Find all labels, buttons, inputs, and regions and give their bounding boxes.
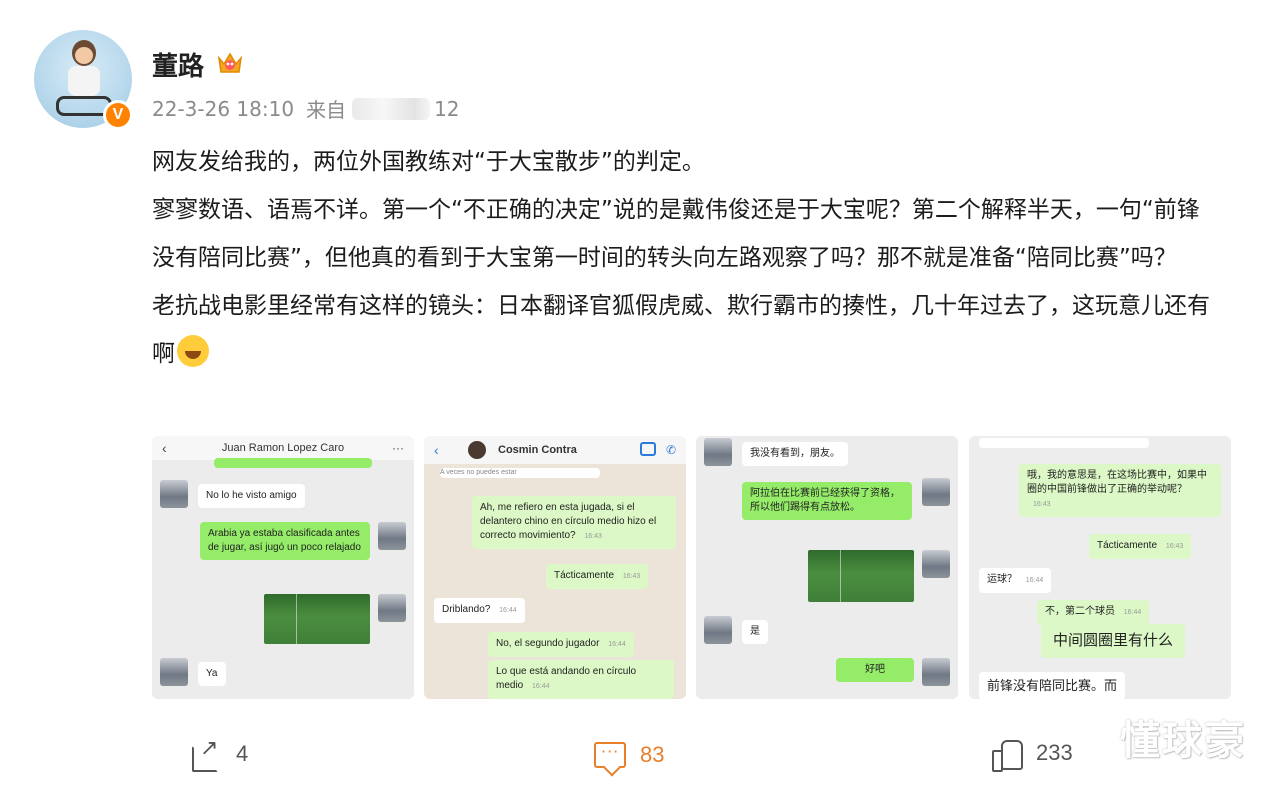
- contact-avatar: [704, 616, 732, 644]
- screenshot-thumbnail[interactable]: ‹ Cosmin Contra ✆ A veces no puedes esta…: [424, 436, 686, 699]
- like-button[interactable]: 233: [992, 738, 1073, 772]
- image-grid: ‹ Juan Ramon Lopez Caro ··· No lo he vis…: [152, 436, 1231, 699]
- share-count: 4: [236, 741, 249, 766]
- self-avatar: [378, 522, 406, 550]
- message-bubble: Ya: [198, 662, 226, 686]
- post-paragraph: 寥寥数语、语焉不详。第一个“不正确的决定”说的是戴伟俊还是于大宝呢？第二个解释半…: [152, 197, 1200, 271]
- back-icon: ‹: [434, 442, 439, 458]
- chat-header: ‹ Juan Ramon Lopez Caro ···: [152, 436, 414, 460]
- post-paragraph: 老抗战电影里经常有这样的镜头：日本翻译官狐假虎威、欺行霸市的揍性，几十年过去了，…: [152, 282, 1222, 378]
- message-text: Driblando?: [442, 604, 491, 615]
- message-time: 16:43: [1165, 543, 1184, 550]
- post-date: 22-3-26 18:10: [152, 96, 295, 121]
- message-time: 16:43: [1033, 501, 1051, 508]
- message-bubble: 运球？ 16:44: [979, 568, 1052, 593]
- message-bubble: [214, 458, 372, 468]
- message-bubble: Tácticamente 16:43: [546, 564, 649, 589]
- self-avatar: [922, 658, 950, 686]
- message-text: Ah, me refiero en esta jugada, si el del…: [480, 502, 657, 541]
- author-name[interactable]: 董路: [152, 46, 204, 83]
- share-icon: [192, 736, 222, 772]
- message-text: Tácticamente: [1097, 540, 1158, 551]
- message-bubble: Driblando? 16:44: [434, 598, 525, 623]
- laugh-cry-icon: [177, 335, 209, 367]
- message-bubble: [979, 438, 1149, 448]
- post-meta: 22-3-26 18:10 来自 12: [152, 94, 460, 123]
- message-bubble: 阿拉伯在比赛前已经获得了资格，所以他们踢得有点放松。: [742, 482, 912, 520]
- message-time: 16:44: [532, 683, 550, 690]
- message-text: No, el segundo jugador: [496, 638, 600, 649]
- contact-avatar: [160, 658, 188, 686]
- vip-crown-icon: [217, 52, 243, 73]
- post-source-suffix: 12: [434, 96, 460, 121]
- phone-icon: ✆: [665, 443, 676, 457]
- thumbs-up-icon: [992, 738, 1023, 772]
- blurred-source: [352, 97, 431, 120]
- message-bubble: No, el segundo jugador 16:44: [488, 632, 634, 657]
- post-paragraph-text: 老抗战电影里经常有这样的镜头：日本翻译官狐假虎威、欺行霸市的揍性，几十年过去了，…: [152, 293, 1210, 367]
- message-text: Tácticamente: [554, 570, 615, 581]
- self-avatar: [922, 478, 950, 506]
- screenshot-thumbnail[interactable]: ‹ Juan Ramon Lopez Caro ··· No lo he vis…: [152, 436, 414, 699]
- screenshot-thumbnail[interactable]: 我没有看到，朋友。 阿拉伯在比赛前已经获得了资格，所以他们踢得有点放松。 是 好…: [696, 436, 958, 699]
- chat-contact-name: Juan Ramon Lopez Caro: [221, 442, 345, 454]
- comment-icon: [594, 742, 626, 768]
- message-bubble: 中间圆圈里有什么: [1041, 624, 1186, 658]
- chat-header: ‹ Cosmin Contra ✆: [424, 436, 686, 464]
- message-time: 16:44: [608, 641, 626, 648]
- message-bubble: 好吧: [836, 658, 914, 682]
- message-bubble: 不，第二个球员 16:44: [1037, 600, 1150, 625]
- message-bubble: 是: [742, 620, 768, 644]
- self-avatar: [378, 594, 406, 622]
- contact-avatar: [704, 438, 732, 466]
- share-button[interactable]: 4: [192, 736, 249, 772]
- match-video-thumbnail: [808, 550, 914, 602]
- message-time: 16:44: [1025, 577, 1044, 584]
- message-text: 哦，我的意思是，在这场比赛中，如果中圈的中国前锋做出了正确的举动呢？: [1027, 470, 1207, 495]
- message-bubble: Tácticamente 16:43: [1089, 534, 1192, 559]
- message-time: 16:43: [622, 573, 641, 580]
- more-icon: ···: [392, 441, 404, 455]
- comment-button[interactable]: 83: [594, 742, 664, 768]
- post-paragraph: 网友发给我的，两位外国教练对“于大宝散步”的判定。: [152, 149, 705, 175]
- avatar-face: [75, 47, 93, 64]
- message-bubble: Arabia ya estaba clasificada antes de ju…: [200, 522, 370, 560]
- contact-avatar: [160, 480, 188, 508]
- message-bubble: Lo que está andando en círculo medio 16:…: [488, 660, 674, 699]
- post-source-prefix: 来自: [306, 98, 347, 122]
- message-bubble: 哦，我的意思是，在这场比赛中，如果中圈的中国前锋做出了正确的举动呢？ 16:43: [1019, 464, 1221, 517]
- message-time: 16:44: [499, 607, 517, 614]
- contact-avatar: [468, 441, 486, 459]
- message-bubble: Ah, me refiero en esta jugada, si el del…: [472, 496, 676, 549]
- message-bubble: 前锋没有陪同比赛。而: [979, 672, 1126, 699]
- avatar-body: [68, 66, 100, 96]
- video-call-icon: [640, 442, 656, 456]
- message-bubble: No lo he visto amigo: [198, 484, 305, 508]
- match-video-thumbnail: [264, 594, 370, 644]
- message-text: Lo que está andando en círculo medio: [496, 666, 637, 691]
- verified-badge-icon: V: [103, 100, 133, 130]
- screenshot-thumbnail[interactable]: 哦，我的意思是，在这场比赛中，如果中圈的中国前锋做出了正确的举动呢？ 16:43…: [969, 436, 1231, 699]
- comment-count: 83: [640, 742, 665, 767]
- post-body: 网友发给我的，两位外国教练对“于大宝散步”的判定。 寥寥数语、语焉不详。第一个“…: [152, 138, 1222, 378]
- action-bar: 4 83 233: [0, 732, 1268, 780]
- message-bubble: A veces no puedes estar: [440, 468, 600, 478]
- like-count: 233: [1036, 740, 1073, 765]
- message-time: 16:44: [1123, 609, 1142, 616]
- message-text: 运球？: [987, 574, 1017, 585]
- message-time: 16:43: [584, 533, 602, 540]
- self-avatar: [922, 550, 950, 578]
- message-text: 不，第二个球员: [1045, 606, 1115, 617]
- watermark: 懂球豪: [1120, 718, 1246, 764]
- chat-contact-name: Cosmin Contra: [498, 444, 577, 456]
- message-bubble: 我没有看到，朋友。: [742, 442, 848, 466]
